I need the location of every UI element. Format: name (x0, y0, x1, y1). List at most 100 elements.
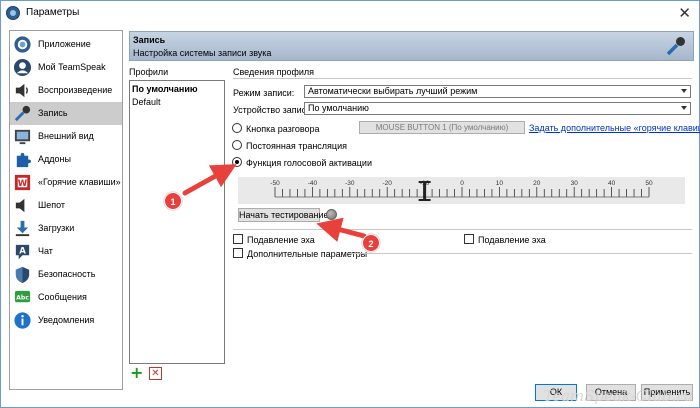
app-icon (14, 36, 31, 53)
watermark: TeamSpeak-Club.ru (543, 387, 693, 405)
advanced-options-label: Дополнительные параметры (247, 249, 368, 259)
record-mode-value: Автоматически выбирать лучший режим (308, 86, 478, 96)
annotation-badge-1: 1 (164, 192, 182, 210)
svg-text:Abc: Abc (16, 294, 29, 301)
scale-tick-label: 40 (608, 180, 616, 187)
scale-tick-label: 10 (496, 180, 504, 187)
sidebar-item-label: Шепот (38, 200, 66, 210)
sidebar-item-label: Чат (38, 246, 53, 256)
sidebar-item-notifications[interactable]: Уведомления (10, 309, 122, 332)
sidebar-item-addons[interactable]: Аддоны (10, 148, 122, 171)
voice-activation-label: Функция голосовой активации (246, 158, 372, 168)
sidebar-item-label: Уведомления (38, 315, 95, 325)
scale-tick-label: -30 (345, 180, 355, 187)
profile-item-default[interactable]: Default (132, 97, 161, 107)
svg-text:A: A (19, 246, 26, 256)
sidebar-item-recording[interactable]: Запись (10, 102, 122, 125)
sidebar-item-whisper[interactable]: Шепот (10, 194, 122, 217)
echo-cancel-label-1: Подавление эха (247, 235, 315, 245)
continuous-transmission-label: Постоянная трансляция (246, 141, 347, 151)
user-icon (13, 58, 32, 77)
profile-info-label: Сведения профиля (233, 67, 315, 77)
title-bar: Параметры ✕ (1, 1, 699, 25)
sidebar-item-label: Внешний вид (38, 131, 94, 141)
annotation-badge-2: 2 (362, 234, 380, 252)
test-status-led-icon (326, 209, 337, 220)
chat-icon: A (15, 244, 30, 260)
speaker-icon (15, 83, 28, 98)
record-device-select[interactable]: По умолчанию (304, 102, 691, 115)
settings-window: Параметры ✕ Приложение Мой TeamSpeak Вос… (0, 0, 700, 408)
mic-icon (666, 37, 685, 56)
close-icon[interactable]: ✕ (678, 4, 691, 22)
push-to-talk-label: Кнопка разговора (246, 124, 320, 134)
voice-activation-slider[interactable]: -50-40-30-20-1001020304050 (238, 177, 685, 204)
profile-item-default-ru[interactable]: По умолчанию (132, 84, 198, 94)
appearance-icon (14, 129, 31, 145)
scale-tick-label: 0 (460, 180, 464, 187)
continuous-transmission-radio[interactable] (232, 140, 242, 150)
profiles-list[interactable]: По умолчанию Default (129, 80, 225, 364)
info-icon (14, 312, 31, 329)
scale-tick-label: -50 (270, 180, 280, 187)
scale-tick-label: -40 (308, 180, 318, 187)
mic-icon (14, 105, 31, 122)
sidebar-item-my-teamspeak[interactable]: Мой TeamSpeak (10, 56, 122, 79)
scale-tick-label: 50 (645, 180, 653, 187)
page-subtitle: Настройка системы записи звука (133, 48, 272, 58)
sidebar-item-label: Приложение (38, 39, 91, 49)
section-divider (233, 78, 692, 79)
record-device-value: По умолчанию (308, 103, 369, 113)
section-header: Запись Настройка системы записи звука (129, 31, 694, 61)
chevron-down-icon (681, 89, 687, 93)
teamspeak-app-icon (6, 6, 20, 20)
record-mode-label: Режим записи: (233, 88, 295, 98)
puzzle-icon (16, 152, 32, 168)
sidebar-item-application[interactable]: Приложение (10, 33, 122, 56)
sidebar-item-messages[interactable]: Abc Сообщения (10, 286, 122, 309)
sidebar-item-label: Запись (38, 108, 68, 118)
sidebar-item-label: Безопасность (38, 269, 96, 279)
sidebar-item-label: Сообщения (38, 292, 87, 302)
sidebar-item-security[interactable]: Безопасность (10, 263, 122, 286)
sidebar-item-label: Загрузки (38, 223, 75, 233)
sidebar-item-label: «Горячие клавиши» (38, 177, 121, 187)
push-to-talk-radio[interactable] (232, 123, 242, 133)
hotkeys-icon: W (14, 174, 31, 191)
echo-cancel-checkbox-1[interactable] (233, 234, 243, 244)
start-test-button[interactable]: Начать тестирование (238, 208, 329, 222)
add-profile-button[interactable]: + (130, 365, 143, 381)
sidebar-item-chat[interactable]: A Чат (10, 240, 122, 263)
scale-tick-label: 20 (533, 180, 541, 187)
sidebar-item-playback[interactable]: Воспроизведение (10, 79, 122, 102)
record-mode-select[interactable]: Автоматически выбирать лучший режим (304, 85, 691, 98)
echo-cancel-checkbox-2[interactable] (464, 234, 474, 244)
sidebar-item-label: Аддоны (38, 154, 71, 164)
settings-sidebar: Приложение Мой TeamSpeak Воспроизведение… (9, 30, 123, 390)
scale-tick-label: -20 (382, 180, 392, 187)
shield-icon (15, 266, 30, 284)
messages-icon: Abc (14, 290, 31, 303)
page-title: Запись (133, 35, 166, 45)
section-divider (349, 253, 692, 254)
voice-activation-scale: -50-40-30-20-1001020304050 (270, 180, 653, 201)
window-title: Параметры (26, 7, 80, 18)
hotkey-button[interactable]: MOUSE BUTTON 1 (По умолчанию) (359, 121, 525, 134)
sidebar-item-label: Мой TeamSpeak (38, 62, 106, 72)
sidebar-item-downloads[interactable]: Загрузки (10, 217, 122, 240)
delete-profile-button[interactable]: ✕ (149, 367, 162, 380)
record-device-label: Устройство записи: (233, 105, 314, 115)
chevron-down-icon (681, 106, 687, 110)
sidebar-item-appearance[interactable]: Внешний вид (10, 125, 122, 148)
scale-tick-label: 30 (571, 180, 579, 187)
extra-hotkeys-link[interactable]: Задать дополнительные «горячие клавиши» (529, 123, 700, 133)
echo-cancel-label-2: Подавление эха (478, 235, 546, 245)
whisper-icon (15, 198, 25, 213)
svg-text:W: W (18, 179, 28, 189)
voice-activation-radio[interactable] (232, 157, 242, 167)
sidebar-item-label: Воспроизведение (38, 85, 113, 95)
download-icon (15, 220, 30, 237)
sidebar-item-hotkeys[interactable]: W «Горячие клавиши» (10, 171, 122, 194)
advanced-options-checkbox[interactable] (233, 248, 243, 258)
profiles-label: Профили (129, 67, 169, 77)
